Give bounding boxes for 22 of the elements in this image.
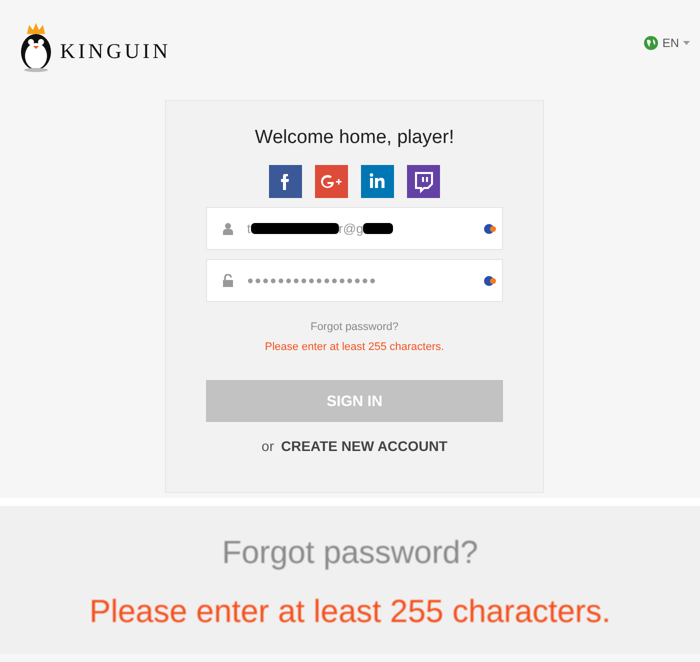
welcome-title: Welcome home, player!	[254, 126, 454, 150]
twitch-button[interactable]	[407, 165, 440, 198]
password-field[interactable]: ●●●●●●●●●●●●●●●●●	[206, 259, 503, 302]
magnified-forgot-password-text: Forgot password?	[222, 534, 478, 571]
email-field[interactable]: t r@g	[206, 207, 503, 250]
globe-icon	[644, 36, 658, 50]
extension-icon[interactable]	[484, 276, 496, 286]
forgot-password-link[interactable]: Forgot password?	[310, 321, 399, 333]
caret-icon	[683, 41, 690, 45]
facebook-button[interactable]	[269, 165, 302, 198]
create-account-link[interactable]: CREATE NEW ACCOUNT	[281, 438, 448, 454]
logo-text[interactable]: KINGUIN	[60, 39, 171, 64]
linkedin-button[interactable]	[361, 165, 394, 198]
penguin-logo-icon	[18, 22, 54, 72]
or-text: or	[262, 438, 274, 454]
magnified-error-message: Please enter at least 255 characters.	[89, 593, 611, 630]
user-icon	[223, 222, 233, 234]
error-message: Please enter at least 255 characters.	[264, 341, 444, 353]
language-selector[interactable]: EN	[644, 36, 690, 50]
google-button[interactable]	[315, 165, 348, 198]
extension-icon[interactable]	[484, 224, 496, 234]
unlocked-padlock-icon	[223, 274, 233, 287]
